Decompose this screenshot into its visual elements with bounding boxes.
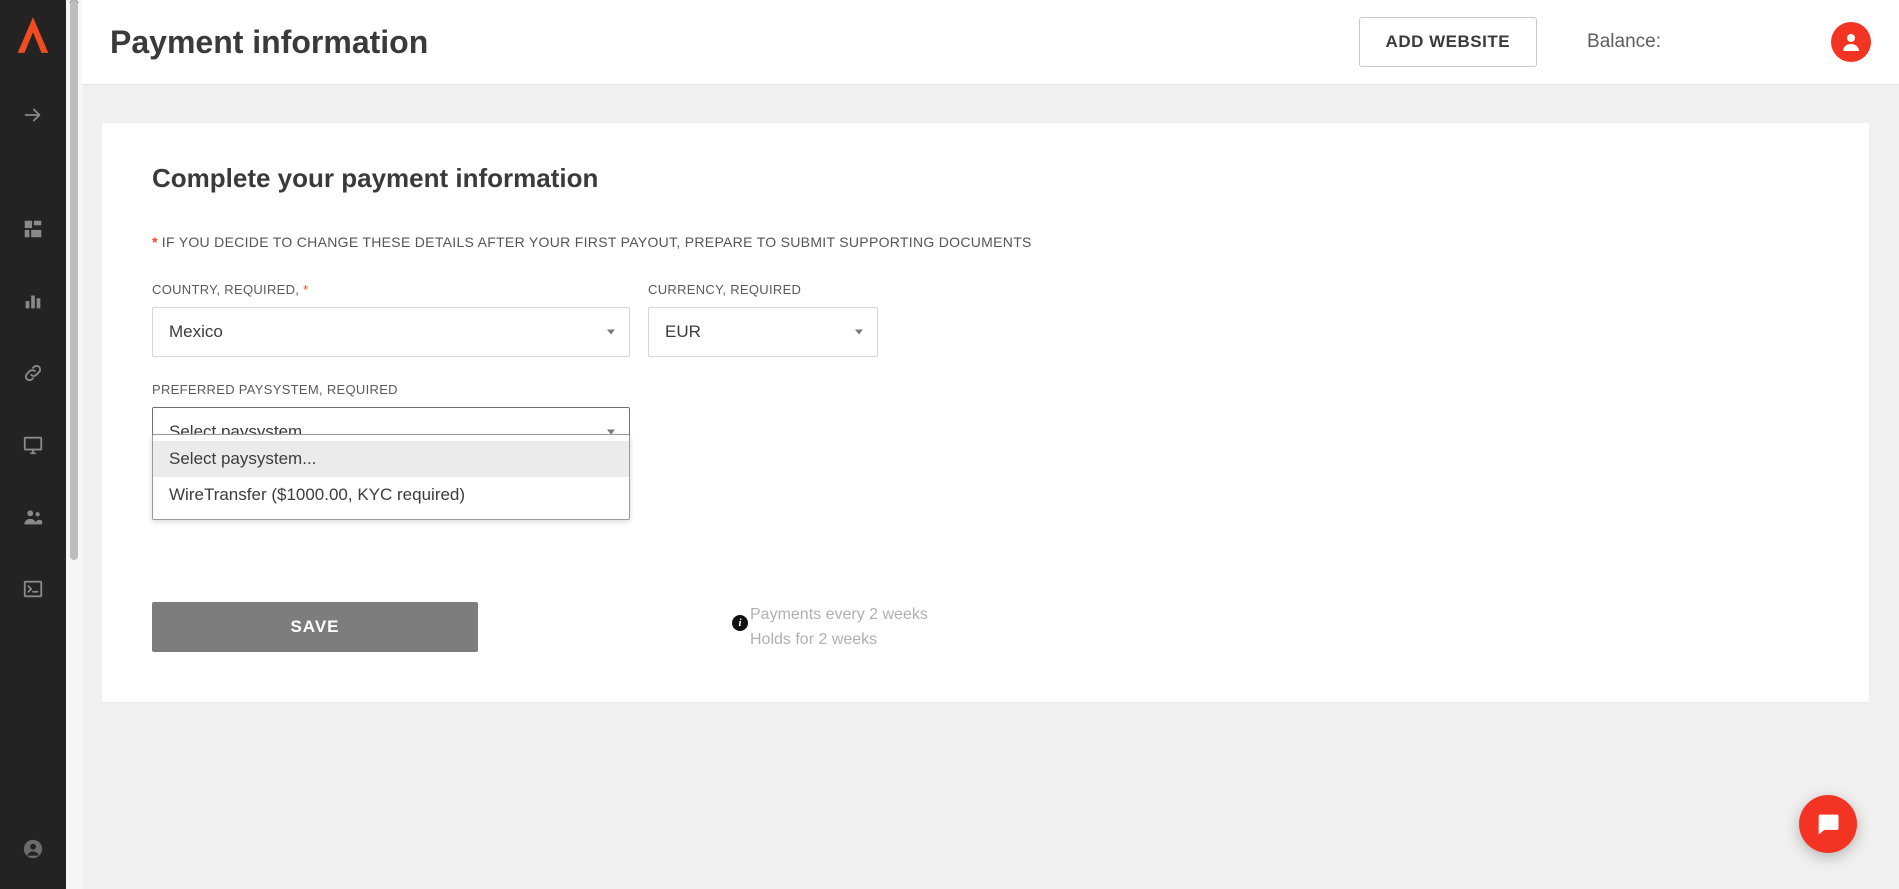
payment-info-card: Complete your payment information *IF YO… — [102, 123, 1869, 702]
sidebar-item-dashboard[interactable] — [0, 194, 66, 264]
chevron-down-icon — [607, 330, 615, 335]
change-warning: *IF YOU DECIDE TO CHANGE THESE DETAILS A… — [152, 234, 1819, 250]
sidebar-item-goto[interactable] — [0, 80, 66, 150]
sidebar-item-users[interactable] — [0, 482, 66, 552]
sidebar-item-stats[interactable] — [0, 266, 66, 336]
save-button[interactable]: SAVE — [152, 602, 478, 652]
group-country: COUNTRY, REQUIRED, * Mexico — [152, 282, 630, 357]
terminal-icon — [22, 578, 44, 600]
link-icon — [22, 362, 44, 384]
schedule-line-1: Payments every 2 weeks — [750, 603, 928, 628]
sidebar-nav — [0, 80, 66, 624]
paysystem-option-wire[interactable]: WireTransfer ($1000.00, KYC required) — [153, 477, 629, 513]
payout-schedule: Payments every 2 weeks Holds for 2 weeks — [750, 603, 928, 653]
bar-chart-icon — [22, 290, 44, 312]
card-title: Complete your payment information — [152, 163, 1819, 194]
sidebar-bottom — [0, 819, 66, 879]
users-icon — [22, 506, 44, 528]
dashboard-icon — [22, 218, 44, 240]
schedule-line-2: Holds for 2 weeks — [750, 628, 928, 653]
page-title: Payment information — [110, 24, 428, 61]
main-area: Payment information ADD WEBSITE Balance:… — [82, 0, 1899, 889]
chat-icon — [1814, 810, 1842, 838]
sidebar-item-account[interactable] — [0, 819, 66, 879]
sidebar-item-websites[interactable] — [0, 410, 66, 480]
group-currency: CURRENCY, REQUIRED EUR — [648, 282, 878, 357]
currency-select[interactable]: EUR — [648, 307, 878, 357]
country-select-value: Mexico — [169, 322, 223, 342]
group-paysystem: PREFERRED PAYSYSTEM, REQUIRED Select pay… — [152, 382, 630, 457]
label-country: COUNTRY, REQUIRED, * — [152, 282, 630, 297]
logo-a-icon — [16, 15, 50, 55]
paysystem-dropdown: Select paysystem... WireTransfer ($1000.… — [152, 434, 630, 520]
user-avatar[interactable] — [1831, 22, 1871, 62]
content: Complete your payment information *IF YO… — [82, 85, 1899, 889]
header: Payment information ADD WEBSITE Balance: — [82, 0, 1899, 85]
add-website-button[interactable]: ADD WEBSITE — [1359, 17, 1538, 67]
scroll-strip[interactable] — [66, 0, 82, 889]
brand-logo[interactable] — [0, 0, 66, 70]
info-icon[interactable]: i — [732, 615, 748, 631]
person-icon — [1839, 30, 1863, 54]
account-circle-icon — [22, 838, 44, 860]
currency-select-value: EUR — [665, 322, 701, 342]
sidebar-item-console[interactable] — [0, 554, 66, 624]
row-country-currency: COUNTRY, REQUIRED, * Mexico CURRENCY, RE… — [152, 282, 1819, 357]
scroll-thumb[interactable] — [70, 0, 78, 560]
change-warning-text: IF YOU DECIDE TO CHANGE THESE DETAILS AF… — [162, 234, 1032, 250]
label-paysystem: PREFERRED PAYSYSTEM, REQUIRED — [152, 382, 630, 397]
arrow-right-icon — [22, 104, 44, 126]
monitor-icon — [22, 434, 44, 456]
sidebar-item-links[interactable] — [0, 338, 66, 408]
sidebar — [0, 0, 66, 889]
asterisk-icon: * — [152, 234, 158, 250]
balance-label: Balance: — [1587, 31, 1661, 53]
paysystem-option-placeholder[interactable]: Select paysystem... — [153, 441, 629, 477]
row-paysystem: PREFERRED PAYSYSTEM, REQUIRED Select pay… — [152, 382, 1819, 457]
chevron-down-icon — [855, 330, 863, 335]
chat-fab[interactable] — [1799, 795, 1857, 853]
label-currency: CURRENCY, REQUIRED — [648, 282, 878, 297]
country-select[interactable]: Mexico — [152, 307, 630, 357]
